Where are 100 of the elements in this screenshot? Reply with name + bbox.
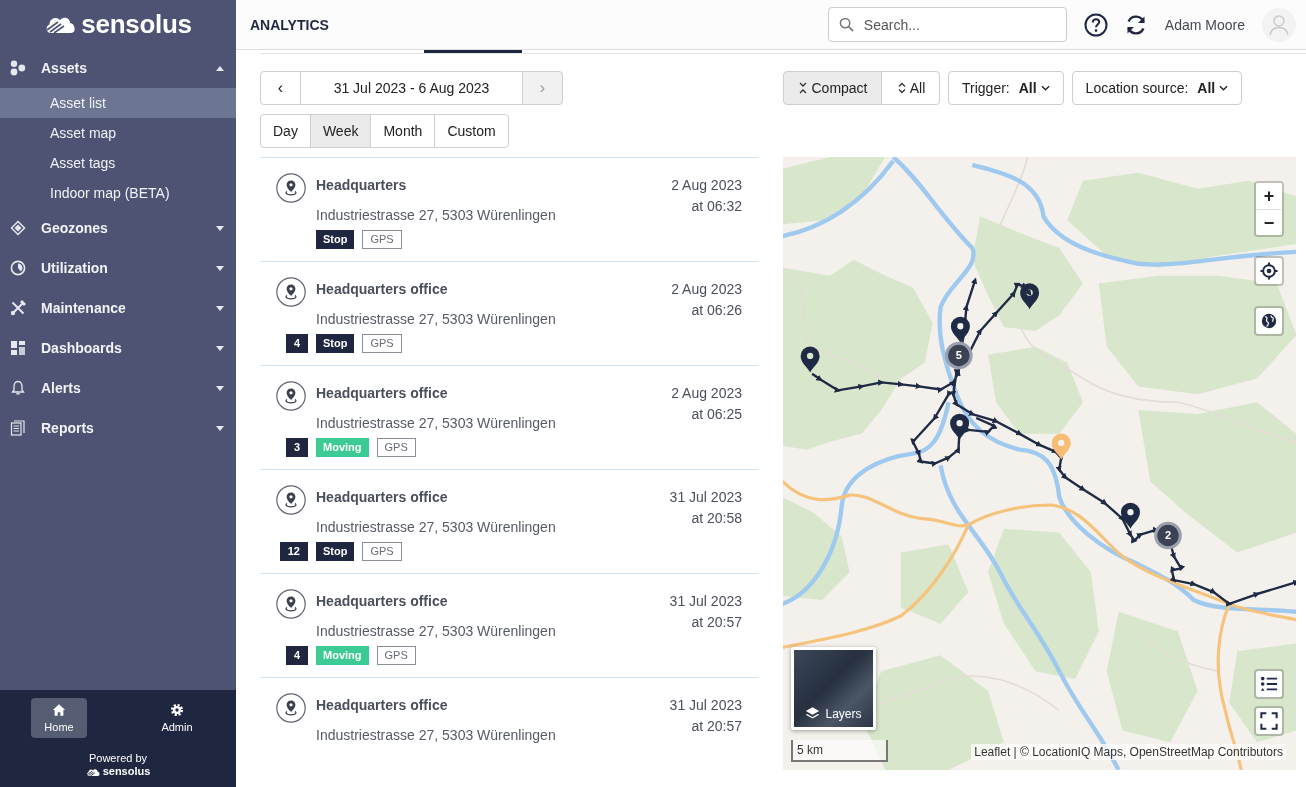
nav-section[interactable]: Dashboards [0,328,236,368]
map-attribution: Leaflet | © LocationIQ Maps, OpenStreetMap Contributors [971,744,1286,760]
event-title: Headquarters office [316,592,448,611]
legend-button[interactable] [1254,669,1284,699]
nav-section[interactable]: Assets [0,48,236,88]
event-time: at 06:26 [691,301,742,320]
event-count: 4 [285,646,308,665]
event-time: at 06:32 [691,197,742,216]
filter-dropdown[interactable]: Trigger: All [948,71,1064,105]
map[interactable]: 5 2 + − Layers 5 km Leaflet | © LocationIQ Maps, OpenStreetMap Contributors [783,157,1296,770]
nav-item[interactable]: Asset map [0,118,236,148]
view-mode-button[interactable]: Compact [783,71,882,105]
cloud-logo-icon [85,766,101,777]
diamond-icon [10,220,26,236]
event-address: Industriestrasse 27, 5303 Würenlingen [316,206,556,225]
cluster-marker[interactable]: 2 [1154,521,1182,550]
event-list-item[interactable]: Headquarters office 2 Aug 2023 at 06:25 Industriestrasse 27, 5303 Würenlingen 3 Moving GPS [260,366,759,470]
event-address: Industriestrasse 27, 5303 Würenlingen [316,310,556,329]
filter-dropdown[interactable]: Location source: All [1071,71,1243,105]
nav-item[interactable]: Indoor map (BETA) [0,178,236,208]
location-pin-icon [276,485,306,515]
period-tab[interactable]: Custom [434,114,509,148]
pie-chart-icon [10,260,26,276]
source-tag: GPS [362,334,402,353]
map-pin-icon[interactable] [1020,283,1040,310]
gear-icon [170,703,184,717]
event-list-item[interactable]: Headquarters office 31 Jul 2023 at 20:58 Industriestrasse 27, 5303 Würenlingen 12 Stop GPS [260,470,759,574]
tools-icon [10,300,26,316]
logo-text: sensolus [102,765,151,778]
logo-text: sensolus [81,9,192,39]
location-pin-icon [276,277,306,307]
fullscreen-icon [1260,712,1278,730]
bell-icon [10,380,26,396]
event-time: at 06:25 [691,405,742,424]
map-pin-icon[interactable] [950,316,970,343]
period-tab[interactable]: Week [309,114,372,148]
dots-icon [10,60,26,76]
location-pin-icon [276,381,306,411]
fullscreen-button[interactable] [1254,706,1284,736]
period-tab[interactable]: Month [370,114,436,148]
event-date: 31 Jul 2023 [669,696,742,715]
trigger-tag: Moving [316,438,369,457]
nav-section[interactable]: Utilization [0,248,236,288]
map-scale: 5 km [791,740,888,762]
location-pin-icon [276,693,306,723]
event-date: 31 Jul 2023 [669,488,742,507]
nav-section[interactable]: Alerts [0,368,236,408]
event-address: Industriestrasse 27, 5303 Würenlingen [316,726,556,745]
crosshair-icon [1260,262,1278,280]
event-title: Headquarters office [316,696,448,715]
event-date: 2 Aug 2023 [671,176,742,195]
date-range-label[interactable]: 31 Jul 2023 - 6 Aug 2023 [301,71,522,105]
view-mode-button[interactable]: All [881,71,940,105]
map-pin-icon[interactable] [800,346,820,373]
globe-button[interactable] [1254,306,1284,336]
event-list-item[interactable]: Headquarters 2 Aug 2023 at 06:32 Industriestrasse 27, 5303 Würenlingen Stop GPS [260,158,759,262]
search-field[interactable]: Search... [827,7,1067,42]
event-count: 4 [285,334,308,353]
event-list-item[interactable]: Headquarters office 31 Jul 2023 at 20:57 Industriestrasse 27, 5303 Würenlingen [260,678,759,748]
nav-section[interactable]: Geozones [0,208,236,248]
event-date: 2 Aug 2023 [671,384,742,403]
event-title: Headquarters office [316,280,448,299]
admin-button[interactable]: Admin [149,698,205,738]
user-name[interactable]: Adam Moore [1164,16,1245,33]
map-pin-icon[interactable] [950,413,970,440]
nav-section[interactable]: Reports [0,408,236,448]
location-pin-icon [276,589,306,619]
dashboard-icon [10,340,26,356]
layers-button[interactable]: Layers [791,647,876,730]
help-icon[interactable] [1083,12,1108,37]
map-pin-icon[interactable] [1120,502,1140,529]
event-title: Headquarters office [316,488,448,507]
trigger-tag: Stop [316,542,355,561]
source-tag: GPS [376,438,416,457]
period-tab[interactable]: Day [260,114,311,148]
home-icon [52,703,66,717]
event-list-item[interactable]: Headquarters office 2 Aug 2023 at 06:26 Industriestrasse 27, 5303 Würenlingen 4 Stop GPS [260,262,759,366]
event-list-item[interactable]: Headquarters office 31 Jul 2023 at 20:57 Industriestrasse 27, 5303 Würenlingen 4 Moving GPS [260,574,759,678]
cluster-marker[interactable]: 5 [945,341,973,370]
nav-section[interactable]: Maintenance [0,288,236,328]
event-title: Headquarters [316,176,407,195]
source-tag: GPS [362,542,402,561]
locate-button[interactable] [1254,256,1284,286]
zoom-out-button[interactable]: − [1256,209,1282,235]
event-address: Industriestrasse 27, 5303 Würenlingen [316,414,556,433]
previous-button[interactable]: ‹ [260,71,301,105]
home-button[interactable]: Home [31,698,87,738]
location-pin-icon [276,173,306,203]
event-date: 2 Aug 2023 [671,280,742,299]
event-time: at 20:58 [691,509,742,528]
list-icon [1260,675,1278,693]
nav-item[interactable]: Asset list [0,88,236,118]
event-address: Industriestrasse 27, 5303 Würenlingen [316,518,556,537]
event-title: Headquarters office [316,384,448,403]
document-icon [10,420,26,436]
trigger-tag: Moving [316,646,369,665]
event-address: Industriestrasse 27, 5303 Würenlingen [316,622,556,641]
nav-item[interactable]: Asset tags [0,148,236,178]
layers-icon [805,706,821,721]
map-pin-icon[interactable] [1051,433,1071,460]
